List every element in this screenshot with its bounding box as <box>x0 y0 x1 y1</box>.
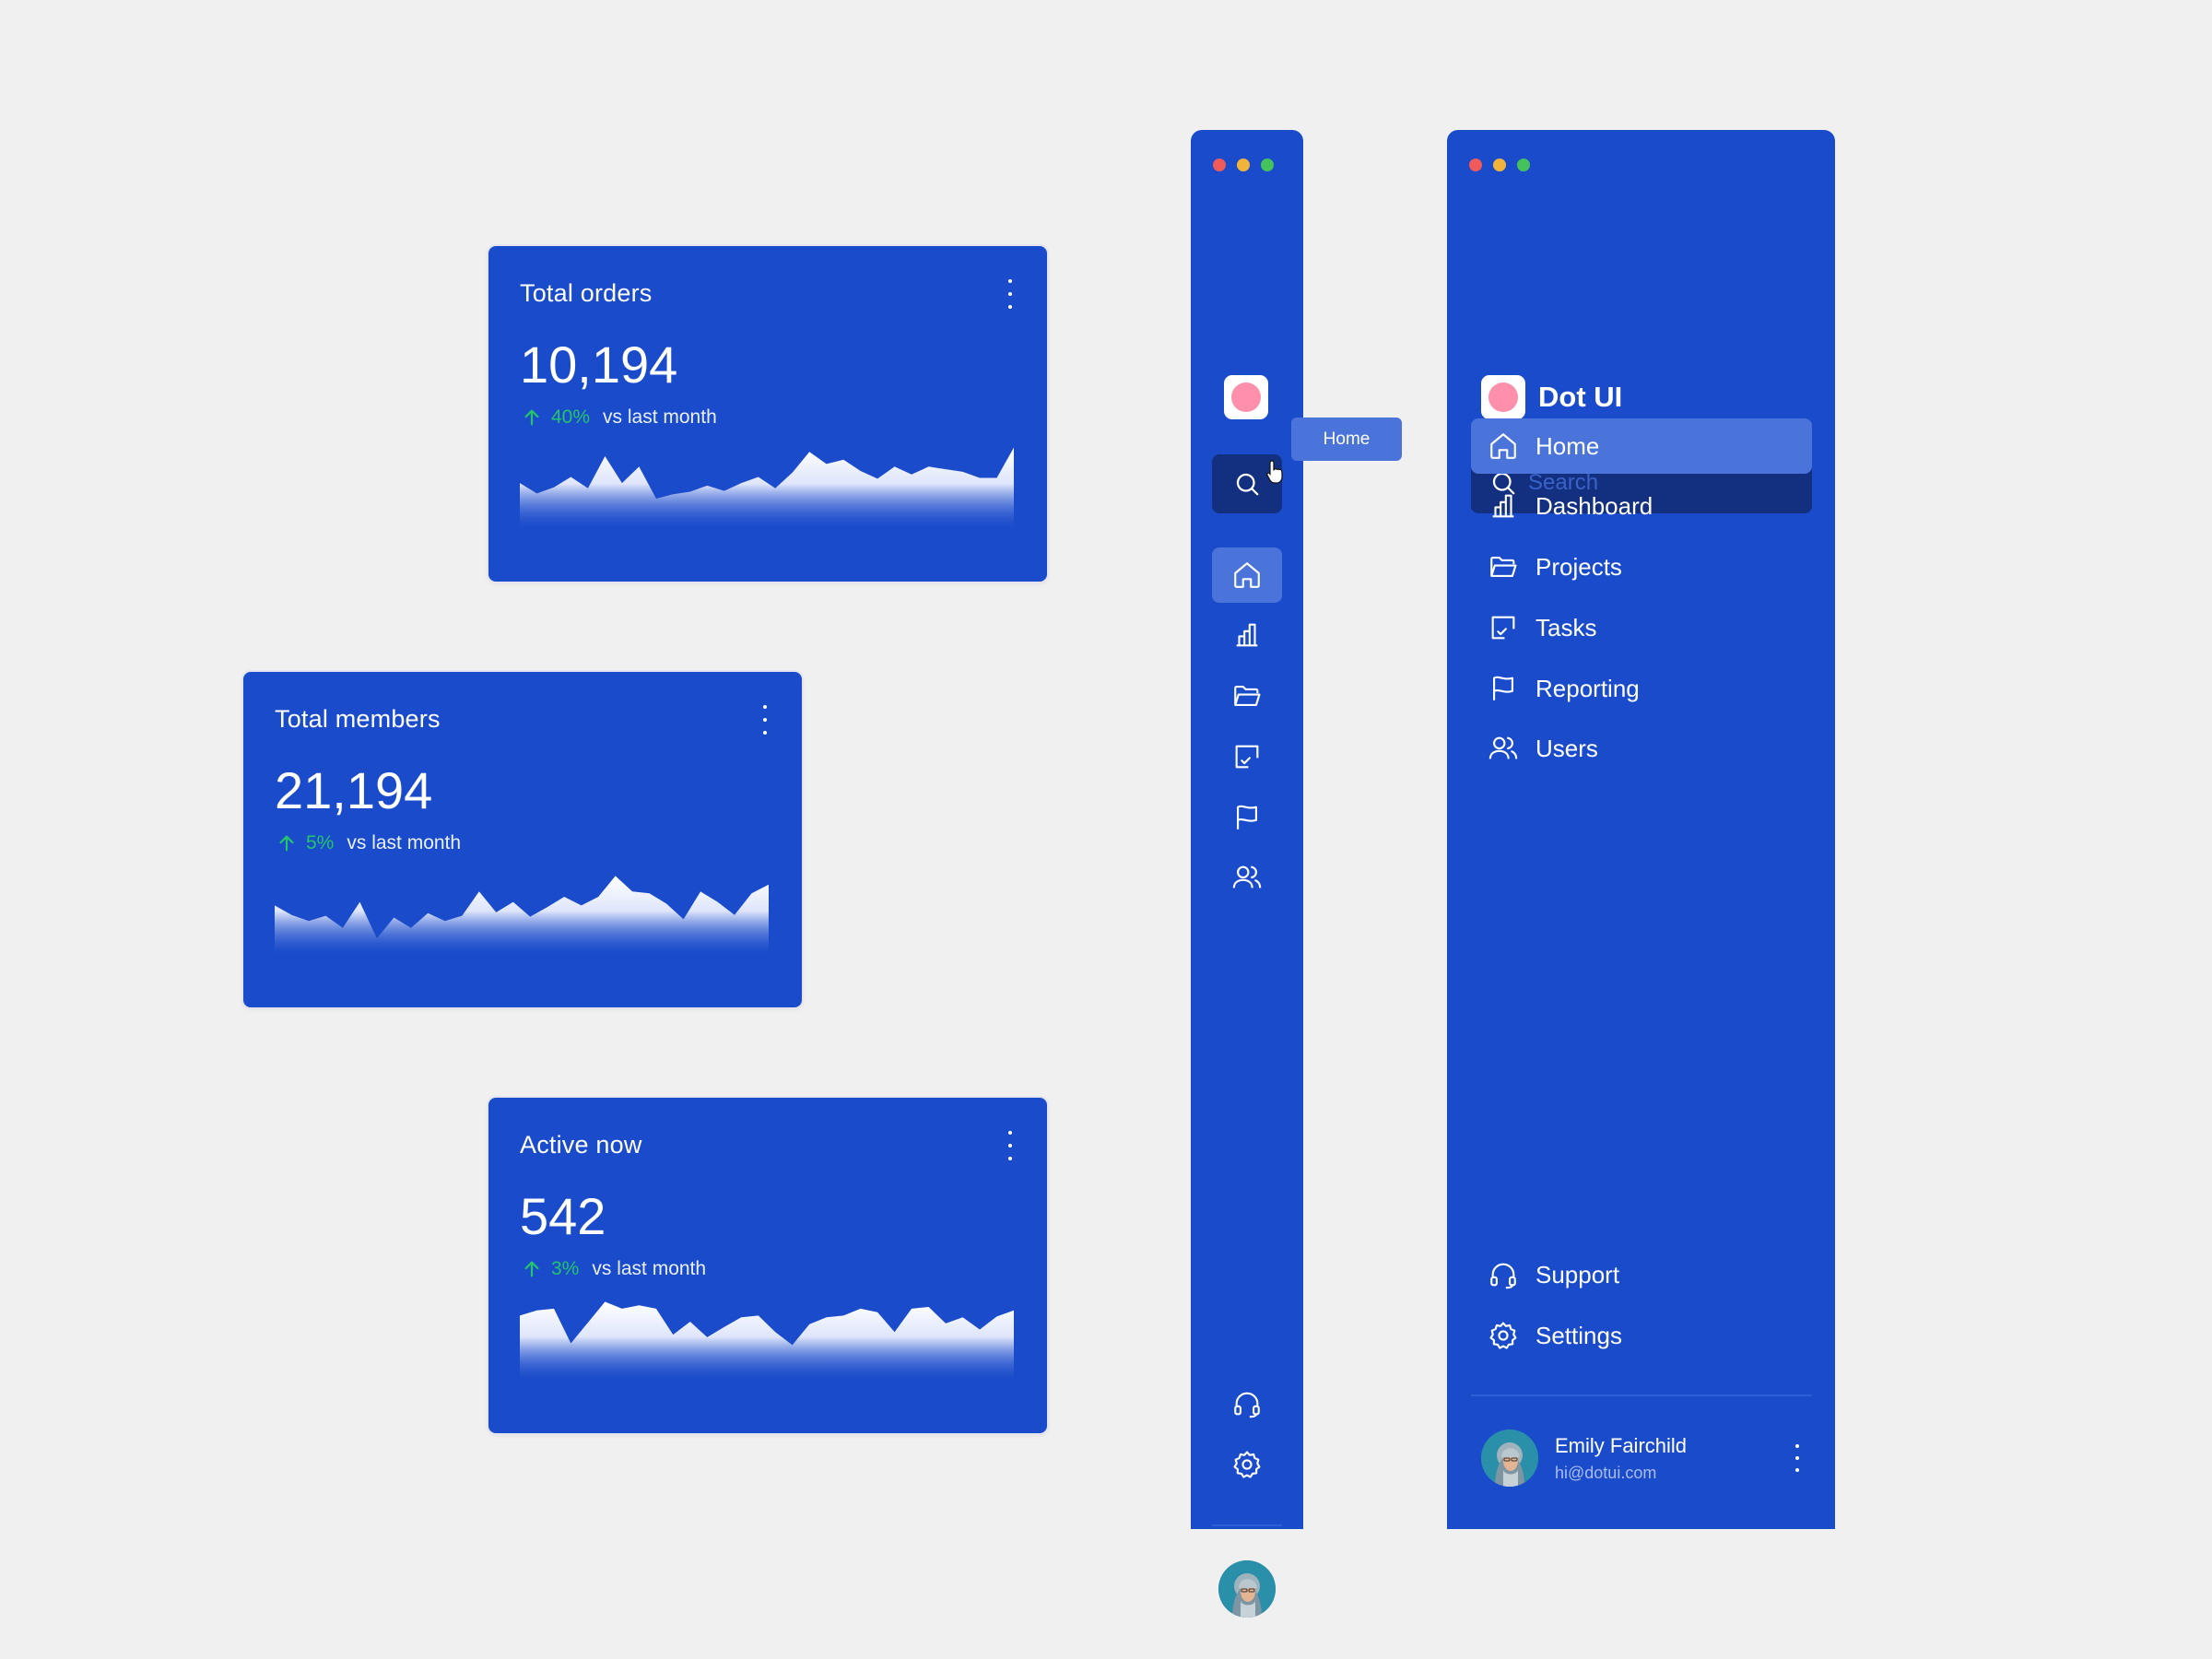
app-logo[interactable] <box>1224 375 1268 419</box>
sidebar-item-reporting[interactable] <box>1212 790 1282 845</box>
delta-caption: vs last month <box>603 406 717 428</box>
sidebar-item-home[interactable]: Home <box>1471 418 1812 474</box>
sparkline-chart <box>520 447 1014 528</box>
card-delta: 3% vs last month <box>522 1258 706 1280</box>
collapsed-sidebar-window <box>1191 130 1303 1618</box>
app-logo <box>1481 375 1525 419</box>
sidebar-item-label: Projects <box>1535 552 1622 581</box>
minimize-window-button[interactable] <box>1237 159 1250 171</box>
delta-percent: 3% <box>551 1258 580 1279</box>
user-email: hi@dotui.com <box>1555 1463 1657 1482</box>
stat-card-total-members: Total members 21,194 5% vs last month <box>243 672 802 1007</box>
sparkline-area <box>520 447 1014 528</box>
sidebar-item-support[interactable] <box>1212 1376 1282 1431</box>
sidebar-item-projects[interactable]: Projects <box>1471 539 1812 594</box>
sidebar-item-label: Reporting <box>1535 674 1640 702</box>
card-value: 21,194 <box>275 761 433 819</box>
sparkline-chart <box>520 1301 1014 1380</box>
divider <box>1212 1524 1282 1526</box>
delta-percent: 5% <box>306 832 335 853</box>
gear-icon <box>1488 1320 1519 1351</box>
sidebar-item-projects[interactable] <box>1212 668 1282 724</box>
folder-icon <box>1231 680 1263 712</box>
check-square-icon <box>1231 741 1263 772</box>
headphones-icon <box>1488 1259 1519 1290</box>
bar-chart-icon <box>1488 490 1519 522</box>
expanded-sidebar-window: Dot UI Home Dashboard Projects Tasks Rep… <box>1447 130 1835 1529</box>
arrow-up-icon <box>524 1261 539 1277</box>
window-controls <box>1469 159 1530 171</box>
search-icon <box>1233 470 1261 498</box>
delta-caption: vs last month <box>347 832 462 853</box>
avatar[interactable] <box>1218 1560 1276 1618</box>
arrow-up-icon <box>524 409 539 426</box>
sidebar-item-reporting[interactable]: Reporting <box>1471 661 1812 716</box>
window-controls <box>1213 159 1274 171</box>
user-profile[interactable]: Emily Fairchild hi@dotui.com <box>1481 1430 1813 1487</box>
close-window-button[interactable] <box>1469 159 1482 171</box>
sidebar-item-label: Dashboard <box>1535 491 1653 520</box>
card-title: Total orders <box>520 279 653 307</box>
folder-icon <box>1488 551 1519 582</box>
card-title: Total members <box>275 705 441 733</box>
sidebar-item-dashboard[interactable] <box>1212 607 1282 663</box>
close-window-button[interactable] <box>1213 159 1226 171</box>
sidebar-item-label: Settings <box>1535 1321 1622 1349</box>
flag-icon <box>1231 802 1263 833</box>
sidebar-item-label: Home <box>1535 431 1600 460</box>
stat-card-total-orders: Total orders 10,194 40% vs last month <box>488 246 1047 582</box>
bar-chart-icon <box>1231 619 1263 651</box>
flag-icon <box>1488 673 1519 704</box>
sparkline-area <box>520 1301 1014 1380</box>
home-icon <box>1231 559 1263 591</box>
sidebar-item-label: Users <box>1535 734 1598 762</box>
card-value: 10,194 <box>520 335 678 394</box>
sidebar-item-tasks[interactable] <box>1212 729 1282 784</box>
home-tooltip: Home <box>1291 418 1402 461</box>
users-icon <box>1231 862 1263 893</box>
headphones-icon <box>1231 1388 1263 1419</box>
sidebar-item-tasks[interactable]: Tasks <box>1471 600 1812 655</box>
maximize-window-button[interactable] <box>1261 159 1274 171</box>
hand-cursor-icon <box>1266 460 1283 484</box>
card-more-menu-icon[interactable] <box>756 701 774 738</box>
brand-logo[interactable]: Dot UI <box>1481 375 1622 419</box>
user-name: Emily Fairchild <box>1555 1433 1688 1457</box>
sidebar-item-home[interactable] <box>1212 547 1282 603</box>
sparkline-area <box>275 876 769 954</box>
card-title: Active now <box>520 1131 642 1159</box>
brand-name: Dot UI <box>1538 381 1623 413</box>
minimize-window-button[interactable] <box>1493 159 1506 171</box>
maximize-window-button[interactable] <box>1517 159 1530 171</box>
sidebar-item-users[interactable]: Users <box>1471 721 1812 776</box>
arrow-up-icon <box>279 835 294 852</box>
divider <box>1471 1394 1812 1396</box>
avatar <box>1481 1430 1538 1487</box>
sparkline-chart <box>275 876 769 954</box>
users-icon <box>1488 733 1519 764</box>
card-more-menu-icon[interactable] <box>1001 276 1019 312</box>
delta-caption: vs last month <box>592 1258 707 1279</box>
sidebar-item-dashboard[interactable]: Dashboard <box>1471 478 1812 534</box>
gear-icon <box>1231 1449 1263 1480</box>
delta-percent: 40% <box>551 406 591 428</box>
sidebar-item-settings[interactable] <box>1212 1437 1282 1492</box>
sidebar-item-label: Support <box>1535 1260 1620 1288</box>
check-square-icon <box>1488 612 1519 643</box>
sidebar-item-support[interactable]: Support <box>1471 1247 1812 1302</box>
card-delta: 5% vs last month <box>276 832 461 854</box>
card-more-menu-icon[interactable] <box>1001 1127 1019 1164</box>
card-delta: 40% vs last month <box>522 406 717 429</box>
sidebar-item-label: Tasks <box>1535 613 1597 641</box>
user-more-menu-icon[interactable] <box>1791 1444 1804 1472</box>
home-icon <box>1488 430 1519 462</box>
stat-card-active-now: Active now 542 3% vs last month <box>488 1098 1047 1433</box>
card-value: 542 <box>520 1187 606 1245</box>
sidebar-item-settings[interactable]: Settings <box>1471 1308 1812 1363</box>
sidebar-item-users[interactable] <box>1212 850 1282 905</box>
